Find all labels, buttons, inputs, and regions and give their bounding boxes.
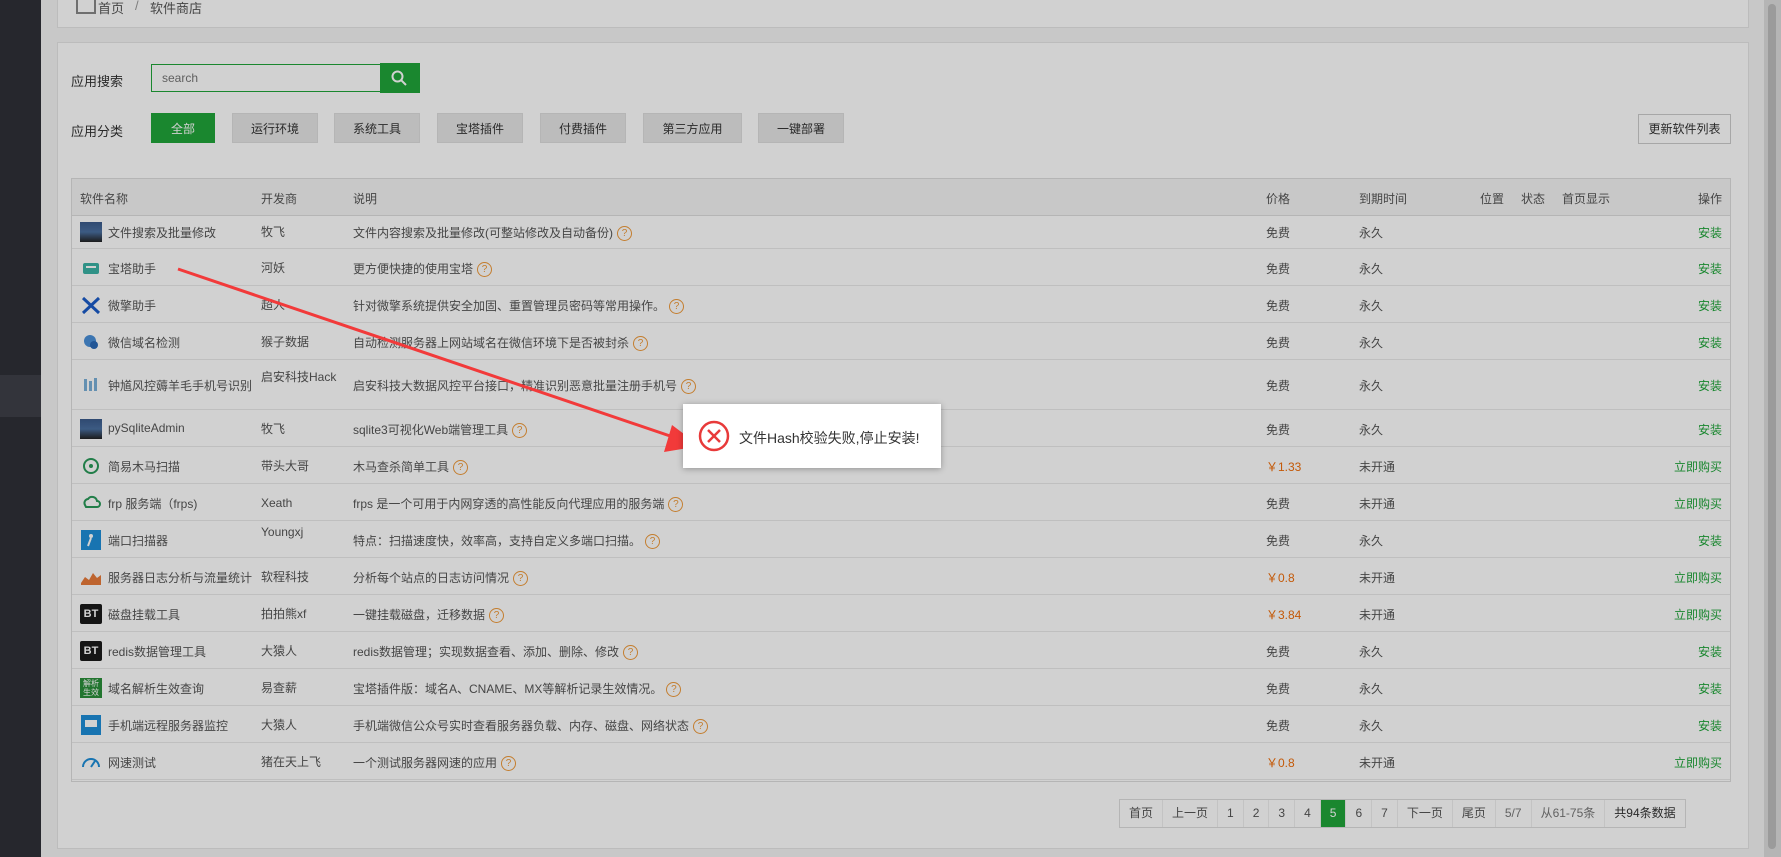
toast-message: 文件Hash校验失败,停止安装! [739,430,920,446]
error-circle-icon [698,420,730,452]
error-toast: 文件Hash校验失败,停止安装! [683,404,941,468]
